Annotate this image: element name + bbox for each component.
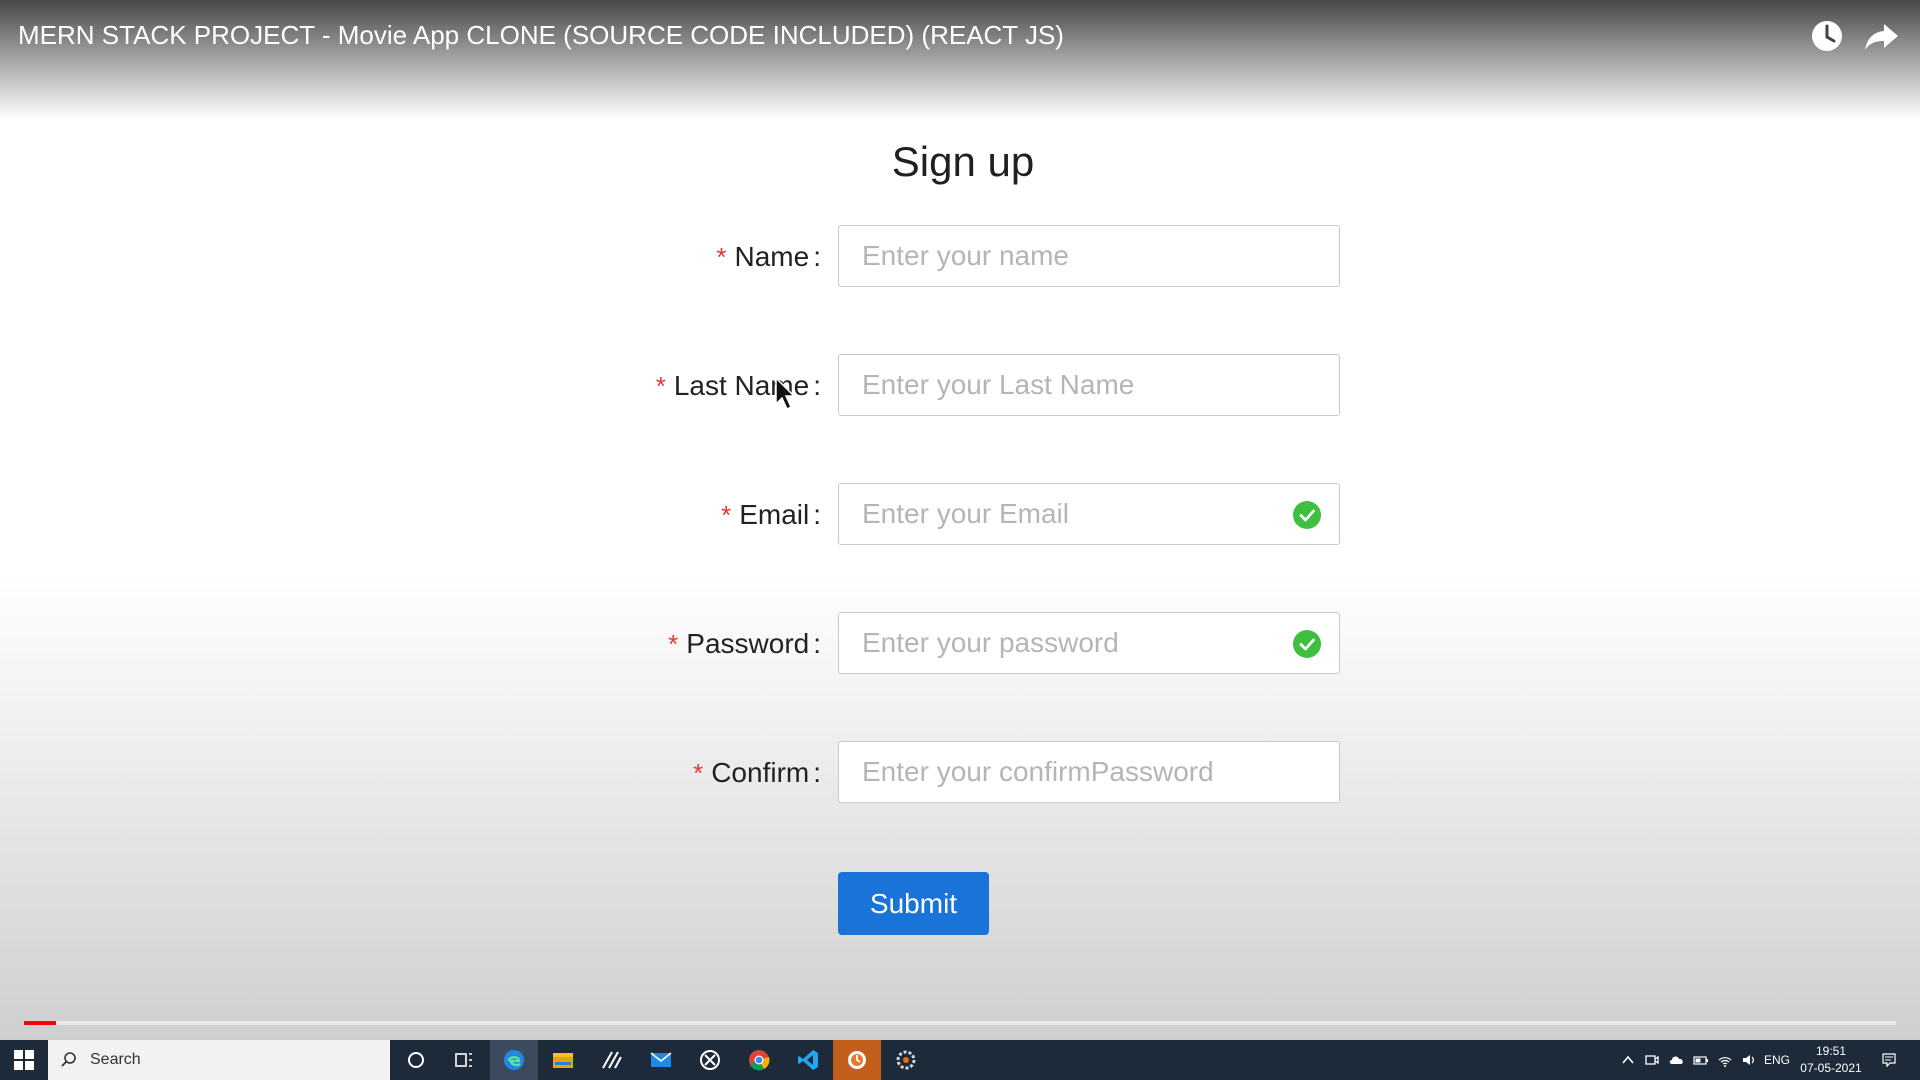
form-title: Sign up [891, 138, 1035, 185]
mail-icon[interactable] [637, 1040, 685, 1080]
edge-icon[interactable] [490, 1040, 538, 1080]
required-marker: * [668, 629, 679, 659]
label-colon: : [813, 628, 821, 659]
form-row-email: * Email: [0, 483, 1920, 547]
email-label-text: Email [739, 499, 810, 530]
password-input[interactable] [839, 613, 1282, 673]
name-field[interactable] [838, 225, 1340, 287]
clock-date: 07-05-2021 [1800, 1061, 1862, 1075]
label-colon: : [813, 241, 821, 272]
required-marker: * [655, 371, 666, 401]
app-gear-icon[interactable] [882, 1040, 930, 1080]
chrome-icon[interactable] [735, 1040, 783, 1080]
confirm-label: * Confirm: [693, 741, 821, 805]
video-title[interactable]: MERN STACK PROJECT - Movie App CLONE (SO… [18, 20, 1064, 51]
name-label: * Name: [716, 225, 821, 289]
label-colon: : [813, 370, 821, 401]
form-row-last-name: * Last Name: [0, 354, 1920, 418]
xbox-icon[interactable] [686, 1040, 734, 1080]
taskbar-search-box[interactable]: Search [48, 1040, 390, 1080]
submit-button[interactable]: Submit [838, 872, 989, 935]
mouse-pointer-icon [775, 376, 796, 411]
confirm-password-input[interactable] [839, 742, 1282, 802]
label-colon: : [813, 757, 821, 788]
pen-app-icon[interactable] [588, 1040, 636, 1080]
taskbar: Search ENG 19:51 07-05-2021 [0, 1040, 1920, 1080]
wifi-icon[interactable] [1714, 1040, 1736, 1080]
clock-icon[interactable] [1807, 16, 1847, 56]
search-icon [61, 1052, 76, 1067]
cortana-icon[interactable] [392, 1040, 440, 1080]
required-marker: * [716, 242, 727, 272]
language-text: ENG [1763, 1053, 1790, 1067]
onedrive-cloud-icon[interactable] [1666, 1040, 1688, 1080]
confirm-password-field[interactable] [838, 741, 1340, 803]
taskbar-clock[interactable]: 19:51 07-05-2021 [1792, 1043, 1870, 1077]
check-circle-icon [1293, 501, 1321, 529]
task-view-icon[interactable] [440, 1040, 488, 1080]
meet-now-icon[interactable] [1642, 1040, 1662, 1080]
share-arrow-icon[interactable] [1862, 16, 1902, 56]
app-orange-icon[interactable] [833, 1040, 881, 1080]
form-row-password: * Password: [0, 612, 1920, 676]
check-circle-icon [1293, 630, 1321, 658]
vscode-icon[interactable] [784, 1040, 832, 1080]
title-overlay [0, 0, 1920, 120]
windows-start-icon[interactable] [0, 1040, 48, 1080]
password-label-text: Password [686, 628, 810, 659]
volume-icon[interactable] [1738, 1040, 1760, 1080]
required-marker: * [721, 500, 732, 530]
file-explorer-icon[interactable] [539, 1040, 587, 1080]
password-field[interactable] [838, 612, 1340, 674]
required-marker: * [693, 758, 704, 788]
video-player[interactable]: MERN STACK PROJECT - Movie App CLONE (SO… [0, 0, 1920, 1040]
form-row-confirm: * Confirm: [0, 741, 1920, 805]
email-input[interactable] [839, 484, 1282, 544]
battery-icon[interactable] [1690, 1040, 1712, 1080]
progress-played [24, 1021, 56, 1025]
language-indicator[interactable]: ENG [1762, 1040, 1792, 1080]
name-input[interactable] [839, 226, 1282, 286]
last-name-input[interactable] [839, 355, 1282, 415]
form-row-name: * Name: [0, 225, 1920, 289]
name-label-text: Name [734, 241, 810, 272]
label-colon: : [813, 499, 821, 530]
notification-icon[interactable] [1874, 1040, 1904, 1080]
chevron-up-icon[interactable] [1618, 1040, 1638, 1080]
email-field[interactable] [838, 483, 1340, 545]
progress-bar[interactable] [24, 1021, 1896, 1025]
last-name-field[interactable] [838, 354, 1340, 416]
clock-time: 19:51 [1815, 1044, 1847, 1058]
confirm-label-text: Confirm [711, 757, 810, 788]
password-label: * Password: [668, 612, 821, 676]
taskbar-search-label: Search [90, 1051, 141, 1068]
email-label: * Email: [721, 483, 821, 547]
